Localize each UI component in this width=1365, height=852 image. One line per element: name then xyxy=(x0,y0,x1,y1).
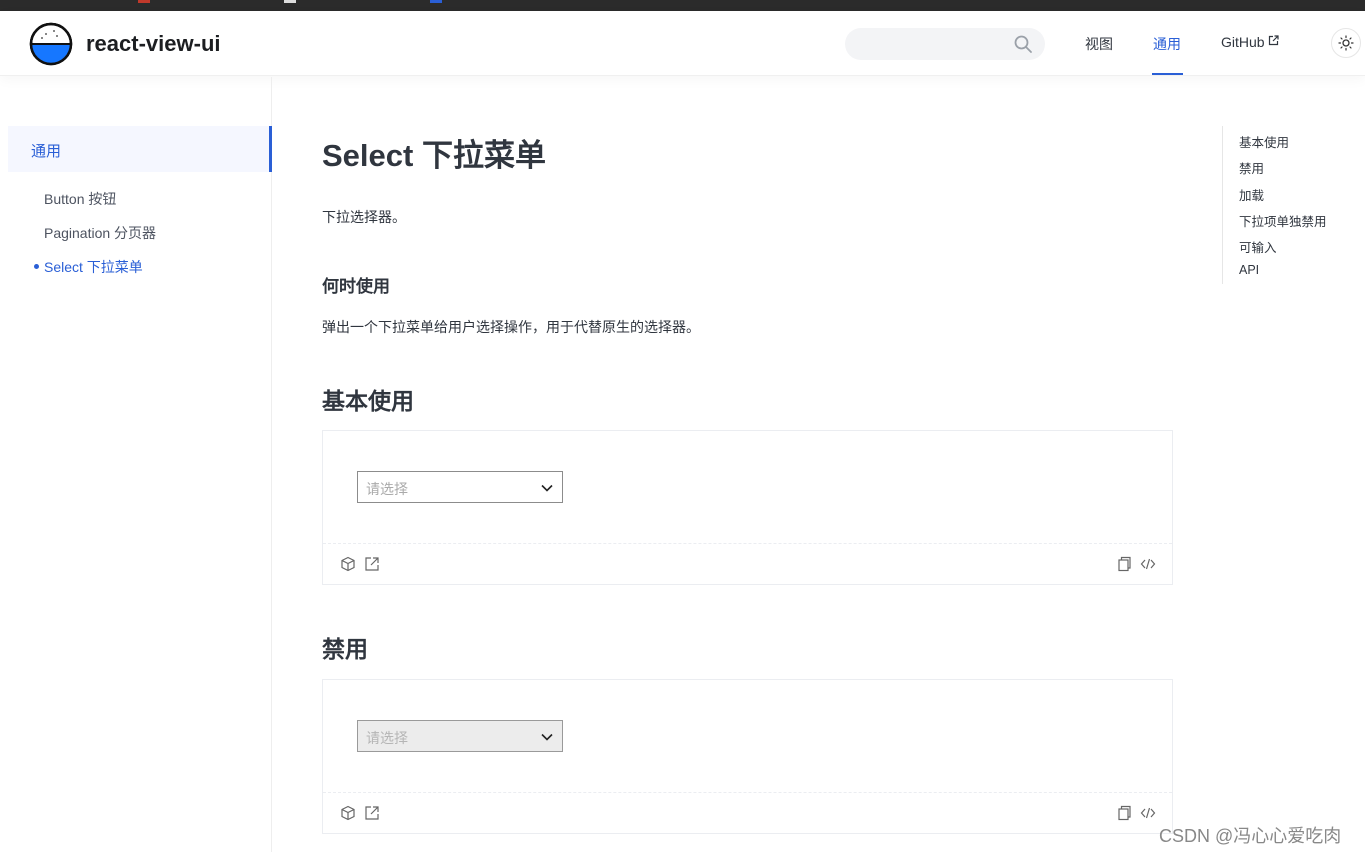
select-disabled: 请选择 xyxy=(357,720,563,752)
select-placeholder: 请选择 xyxy=(366,730,408,746)
logo-icon[interactable] xyxy=(29,22,73,66)
nav-item-general[interactable]: 通用 xyxy=(1153,34,1181,54)
codesandbox-icon[interactable] xyxy=(340,556,356,572)
demo-actions xyxy=(323,793,1172,833)
nav-active-indicator xyxy=(1152,73,1183,75)
when-to-use-text: 弹出一个下拉菜单给用户选择操作，用于代替原生的选择器。 xyxy=(322,319,700,335)
code-icon[interactable] xyxy=(1140,556,1156,572)
sidebar: 通用 Button 按钮 Pagination 分页器 Select 下拉菜单 xyxy=(0,77,272,852)
external-link-icon xyxy=(1268,35,1279,46)
select-placeholder: 请选择 xyxy=(366,481,408,497)
toc-item-basic[interactable]: 基本使用 xyxy=(1239,132,1289,151)
sun-icon xyxy=(1338,35,1354,51)
select-basic[interactable]: 请选择 xyxy=(357,471,563,503)
copy-icon[interactable] xyxy=(1116,805,1132,821)
sidebar-group-general[interactable]: 通用 xyxy=(8,126,272,172)
demo-card-disabled: 请选择 xyxy=(322,679,1173,834)
open-external-icon[interactable] xyxy=(364,805,380,821)
demo-actions xyxy=(323,544,1172,584)
nav-github-label: GitHub xyxy=(1221,34,1265,50)
toc-item-option-disabled[interactable]: 下拉项单独禁用 xyxy=(1239,211,1327,230)
codesandbox-icon[interactable] xyxy=(340,805,356,821)
demo-card-basic: 请选择 xyxy=(322,430,1173,585)
toc-item-loading[interactable]: 加载 xyxy=(1239,185,1264,204)
code-icon[interactable] xyxy=(1140,805,1156,821)
page-title: Select 下拉菜单 xyxy=(322,138,546,173)
toc-item-inputable[interactable]: 可输入 xyxy=(1239,237,1277,256)
top-navbar: react-view-ui 视图 通用 GitHub xyxy=(0,11,1365,76)
sidebar-group-label: 通用 xyxy=(31,143,62,160)
watermark: CSDN @冯心心爱吃肉 xyxy=(1159,826,1342,846)
browser-top-strip xyxy=(0,0,1365,11)
active-dot-icon xyxy=(34,264,39,269)
chevron-down-icon xyxy=(541,733,553,741)
brand-name[interactable]: react-view-ui xyxy=(86,31,221,57)
sidebar-item-select[interactable]: Select 下拉菜单 xyxy=(44,257,143,277)
open-external-icon[interactable] xyxy=(364,556,380,572)
toc-item-api[interactable]: API xyxy=(1239,263,1259,277)
copy-icon[interactable] xyxy=(1116,556,1132,572)
theme-toggle-button[interactable] xyxy=(1331,28,1361,58)
nav-item-github[interactable]: GitHub xyxy=(1221,34,1279,50)
chevron-down-icon xyxy=(541,484,553,492)
toc-item-disabled[interactable]: 禁用 xyxy=(1239,158,1264,177)
demo-stage: 请选择 xyxy=(323,680,1172,793)
nav-item-view[interactable]: 视图 xyxy=(1085,34,1113,54)
sidebar-item-button[interactable]: Button 按钮 xyxy=(44,189,116,209)
search-icon[interactable] xyxy=(1012,33,1034,55)
table-of-contents: 基本使用 禁用 加载 下拉项单独禁用 可输入 API xyxy=(1222,126,1327,284)
when-to-use-heading: 何时使用 xyxy=(322,277,390,296)
section-heading-basic: 基本使用 xyxy=(322,388,414,414)
demo-stage: 请选择 xyxy=(323,431,1172,544)
section-heading-disabled: 禁用 xyxy=(322,636,368,662)
sidebar-item-pagination[interactable]: Pagination 分页器 xyxy=(44,223,156,243)
intro-text: 下拉选择器。 xyxy=(322,209,406,225)
